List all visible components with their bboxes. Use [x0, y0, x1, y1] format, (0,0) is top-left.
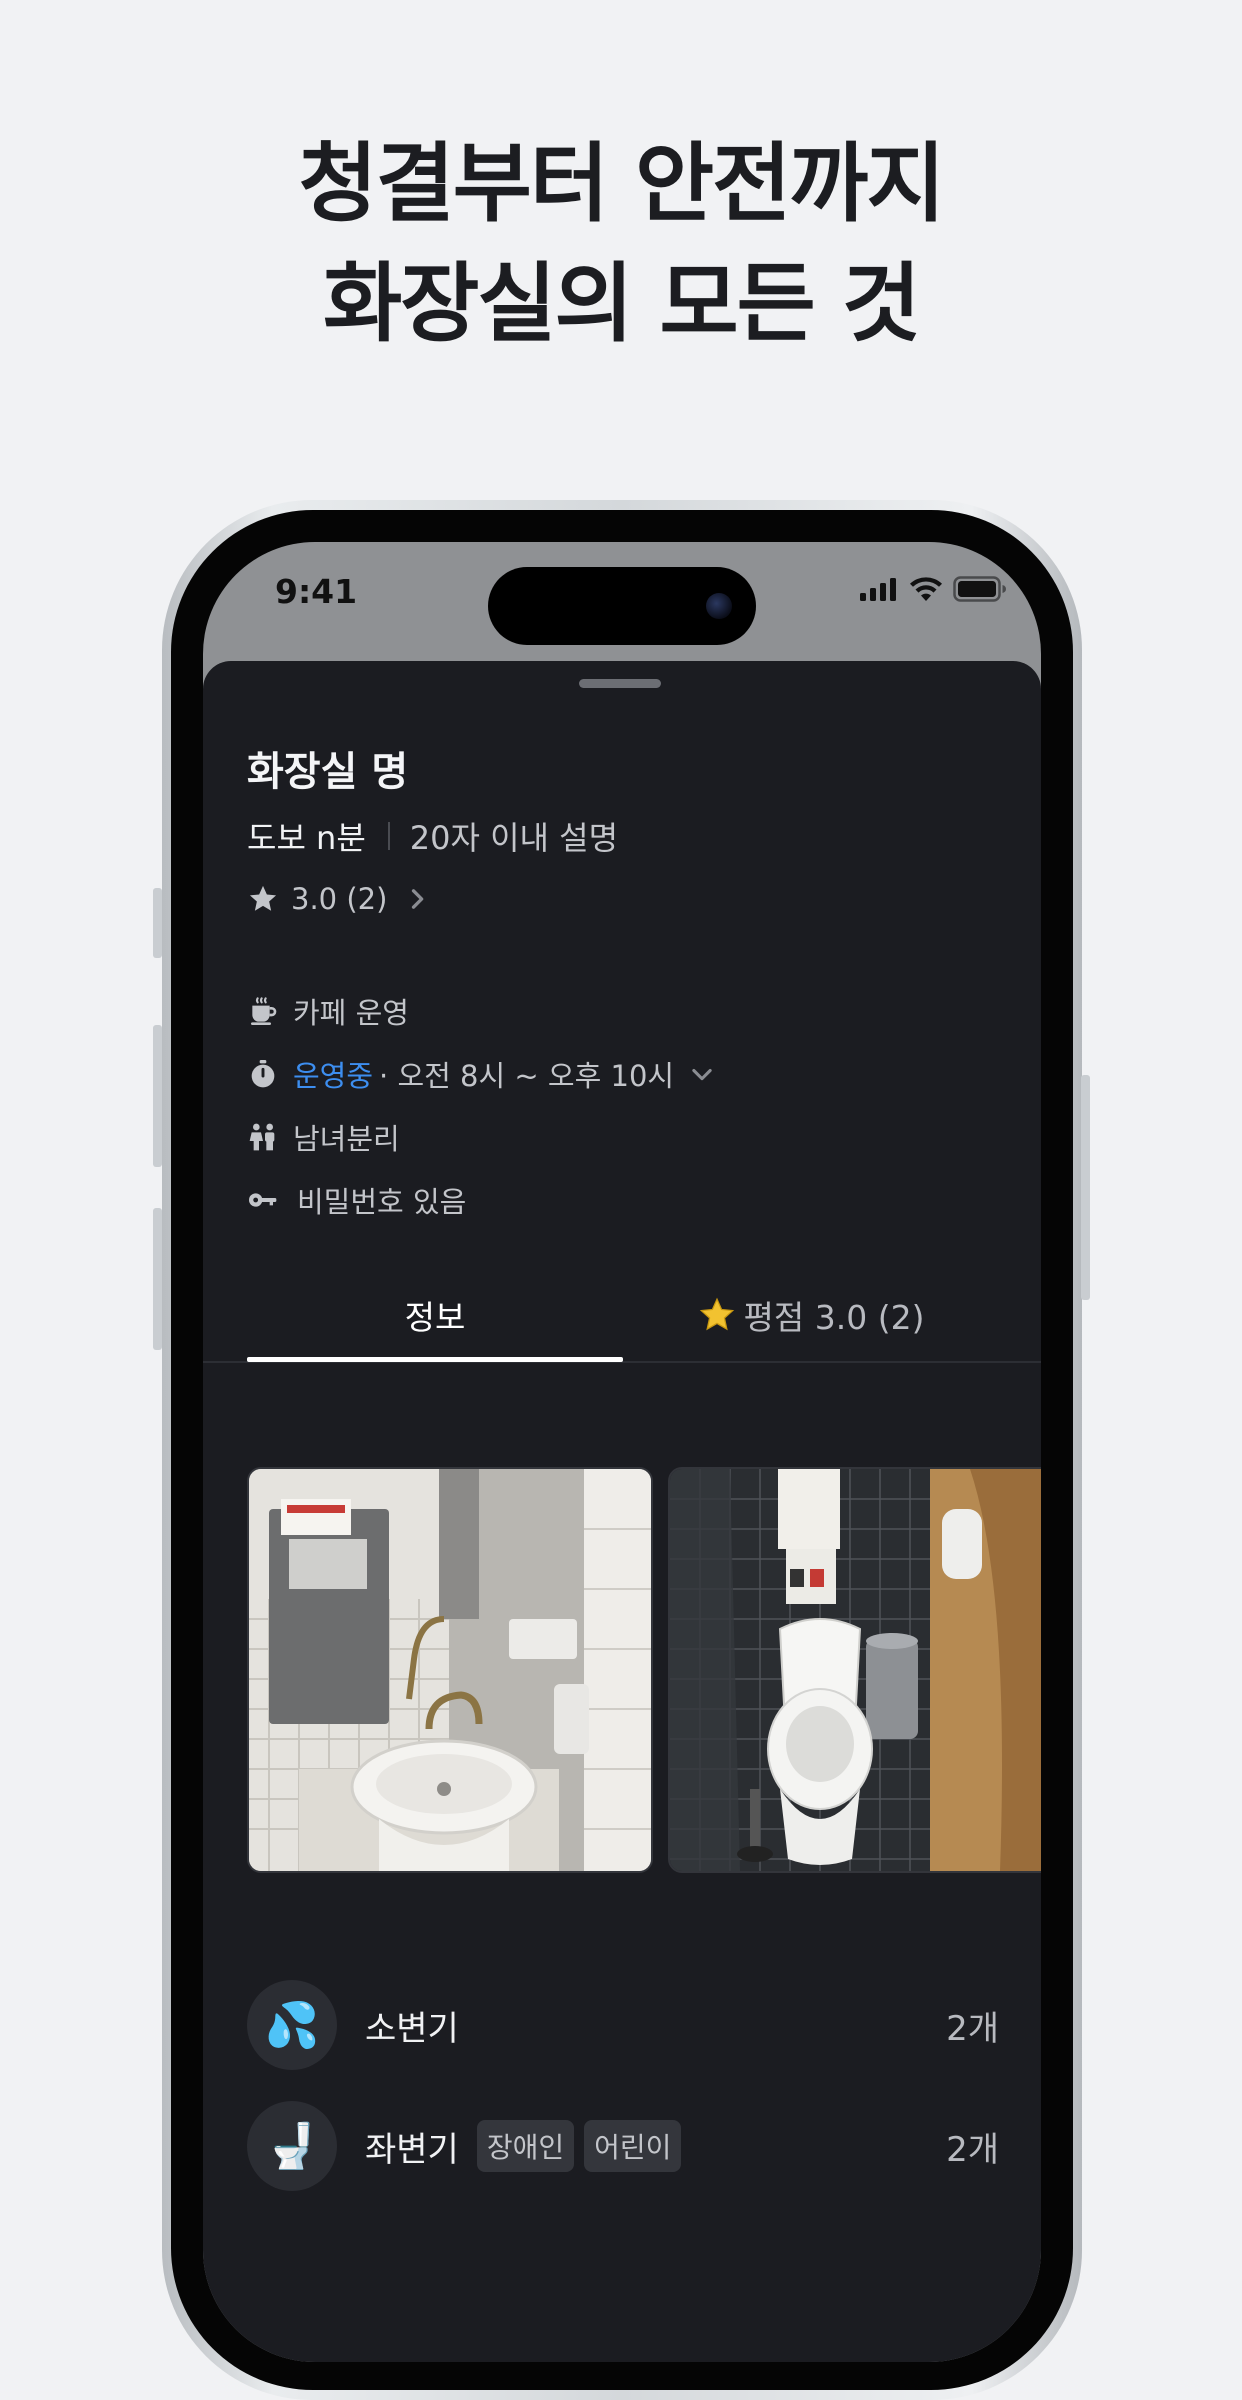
tag-children: 어린이 — [584, 2120, 682, 2172]
headline-line-1: 청결부터 안전까지 — [298, 134, 946, 234]
rating-summary-link[interactable]: 3.0 (2) — [247, 882, 431, 916]
facility-count: 2개 — [946, 2129, 999, 2170]
status-time: 9:41 — [275, 572, 358, 611]
tab-rating[interactable]: 평점 3.0 (2) — [623, 1269, 999, 1361]
status-bar: 9:41 — [203, 542, 1041, 662]
operator-text: 카페 운영 — [293, 995, 409, 1030]
tab-rating-label: 평점 3.0 (2) — [743, 1298, 925, 1337]
facility-urinal: 💦 소변기 2개 — [247, 1980, 999, 2070]
cellular-signal-icon — [860, 578, 896, 601]
photo-sink[interactable] — [247, 1467, 653, 1873]
tab-active-indicator — [247, 1357, 623, 1362]
photo-toilet[interactable] — [668, 1467, 1041, 1873]
stopwatch-icon — [247, 1058, 279, 1090]
water-drops-icon: 💦 — [247, 1980, 337, 2070]
facility-name: 소변기 — [365, 2008, 459, 2049]
phone-power-button — [1081, 1075, 1090, 1300]
tag-accessible: 장애인 — [476, 2120, 575, 2172]
rating-value: 3.0 (2) — [291, 882, 388, 916]
info-row-hours[interactable]: 운영중 · 오전 8시 ~ 오후 10시 — [247, 1042, 716, 1105]
info-row-password: 비밀번호 있음 — [247, 1168, 716, 1231]
headline-line-2: 화장실의 모든 것 — [323, 254, 921, 354]
facility-toilet: 🚽 좌변기 장애인 어린이 2개 — [247, 2101, 999, 2191]
status-icons — [859, 576, 1007, 602]
password-text: 비밀번호 있음 — [297, 1184, 467, 1219]
info-row-operator: 카페 운영 — [247, 979, 716, 1042]
facility-name: 좌변기 — [365, 2129, 459, 2170]
subline-divider — [387, 822, 390, 850]
headline: 청결부터 안전까지 화장실의 모든 것 — [0, 124, 1242, 364]
info-list: 카페 운영 운영중 · 오전 8시 ~ 오후 10시 남녀분리 비밀번호 있음 — [247, 979, 716, 1231]
short-description: 20자 이내 설명 — [409, 819, 619, 857]
coffee-cup-icon — [247, 995, 279, 1027]
open-status: 운영중 — [293, 1058, 374, 1093]
sheet-grabber[interactable] — [579, 679, 661, 688]
info-row-gender: 남녀분리 — [247, 1105, 716, 1168]
tab-info[interactable]: 정보 — [247, 1269, 623, 1361]
phone-volume-up-button — [153, 1025, 162, 1167]
walk-time: 도보 n분 — [247, 819, 366, 857]
restroom-people-icon — [247, 1121, 279, 1153]
hours-text: · 오전 8시 ~ 오후 10시 — [379, 1058, 675, 1093]
battery-icon — [953, 576, 1006, 602]
toilet-icon: 🚽 — [247, 2101, 337, 2191]
front-camera — [706, 593, 732, 619]
toilet-detail-sheet: 화장실 명 도보 n분 20자 이내 설명 3.0 (2) 카페 운영 운영중 … — [203, 661, 1041, 2362]
phone-action-button — [153, 888, 162, 958]
wifi-icon — [910, 577, 942, 601]
star-icon — [699, 1297, 734, 1331]
facility-count: 2개 — [946, 2008, 999, 2049]
phone-volume-down-button — [153, 1208, 162, 1350]
gender-text: 남녀분리 — [293, 1121, 400, 1156]
toilet-subline: 도보 n분 20자 이내 설명 — [247, 813, 618, 859]
chevron-right-icon — [412, 889, 424, 909]
toilet-name: 화장실 명 — [247, 749, 409, 795]
detail-tabs: 정보 평점 3.0 (2) — [203, 1269, 1041, 1363]
phone-screen: 9:41 화장실 명 도보 n분 20자 이내 설명 3.0 (2) 카페 운영… — [203, 542, 1041, 2362]
key-icon — [247, 1184, 279, 1216]
chevron-down-icon[interactable] — [688, 1060, 716, 1088]
dynamic-island — [488, 567, 756, 645]
star-icon — [249, 885, 277, 911]
